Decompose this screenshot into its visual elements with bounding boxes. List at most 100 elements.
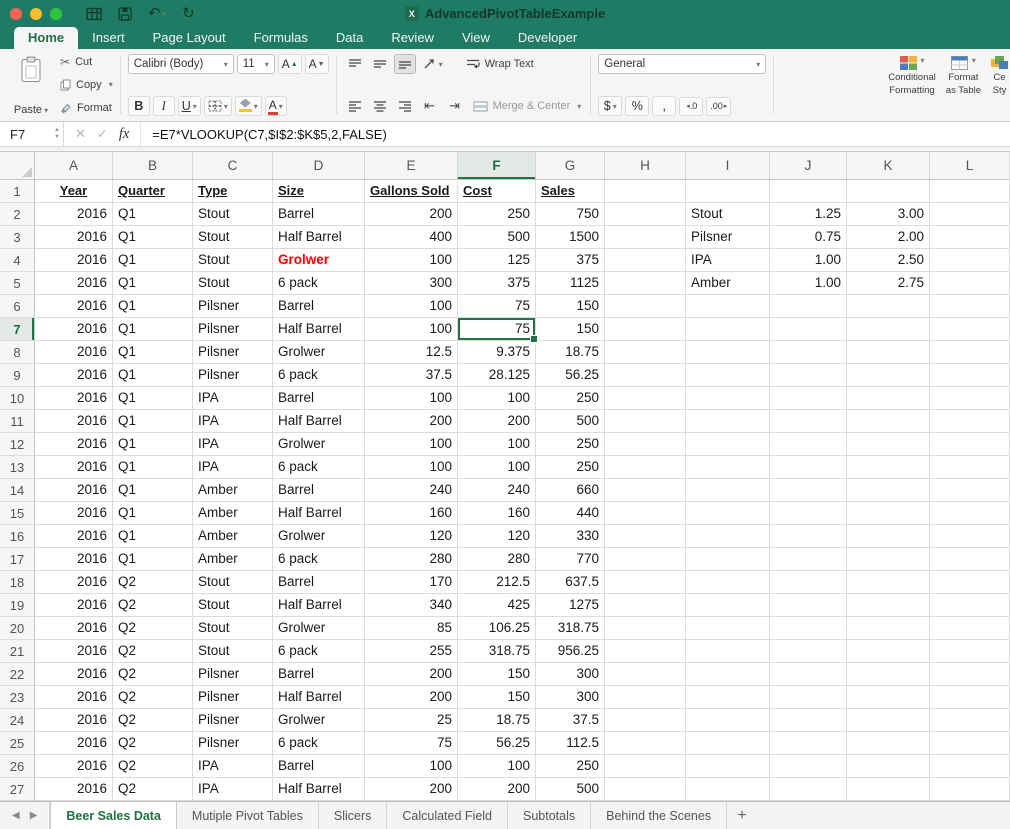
cell-I6[interactable] xyxy=(686,295,770,318)
cell-F7[interactable]: 75 xyxy=(458,318,536,341)
cell-H16[interactable] xyxy=(605,525,686,548)
cell-C2[interactable]: Stout xyxy=(193,203,273,226)
row-header-25[interactable]: 25 xyxy=(0,732,35,755)
cell-D18[interactable]: Barrel xyxy=(273,571,365,594)
cell-L14[interactable] xyxy=(930,479,1010,502)
cell-A22[interactable]: 2016 xyxy=(35,663,113,686)
number-format-select[interactable]: General▾ xyxy=(598,54,766,74)
cell-B18[interactable]: Q2 xyxy=(113,571,193,594)
cell-L4[interactable] xyxy=(930,249,1010,272)
cell-J15[interactable] xyxy=(770,502,847,525)
cell-A13[interactable]: 2016 xyxy=(35,456,113,479)
formula-input[interactable]: =E7*VLOOKUP(C7,$I$2:$K$5,2,FALSE) xyxy=(141,122,387,146)
cell-J14[interactable] xyxy=(770,479,847,502)
bold-button[interactable]: B xyxy=(128,96,150,116)
cell-K16[interactable] xyxy=(847,525,930,548)
row-header-3[interactable]: 3 xyxy=(0,226,35,249)
cell-G4[interactable]: 375 xyxy=(536,249,605,272)
cell-J2[interactable]: 1.25 xyxy=(770,203,847,226)
cell-E16[interactable]: 120 xyxy=(365,525,458,548)
cell-D6[interactable]: Barrel xyxy=(273,295,365,318)
cell-E12[interactable]: 100 xyxy=(365,433,458,456)
cell-L10[interactable] xyxy=(930,387,1010,410)
cell-J16[interactable] xyxy=(770,525,847,548)
cell-I10[interactable] xyxy=(686,387,770,410)
row-header-8[interactable]: 8 xyxy=(0,341,35,364)
cell-K15[interactable] xyxy=(847,502,930,525)
cell-C3[interactable]: Stout xyxy=(193,226,273,249)
cell-A1[interactable]: Year xyxy=(35,180,113,203)
cell-H18[interactable] xyxy=(605,571,686,594)
cell-H3[interactable] xyxy=(605,226,686,249)
cell-K17[interactable] xyxy=(847,548,930,571)
cell-G22[interactable]: 300 xyxy=(536,663,605,686)
row-header-7[interactable]: 7 xyxy=(0,318,35,341)
cell-H9[interactable] xyxy=(605,364,686,387)
cell-K21[interactable] xyxy=(847,640,930,663)
cell-K25[interactable] xyxy=(847,732,930,755)
align-top-button[interactable] xyxy=(344,54,366,74)
cell-F26[interactable]: 100 xyxy=(458,755,536,778)
cell-E27[interactable]: 200 xyxy=(365,778,458,801)
cell-I9[interactable] xyxy=(686,364,770,387)
cell-B6[interactable]: Q1 xyxy=(113,295,193,318)
cell-C6[interactable]: Pilsner xyxy=(193,295,273,318)
cell-B2[interactable]: Q1 xyxy=(113,203,193,226)
sheet-tab-mutiple-pivot-tables[interactable]: Mutiple Pivot Tables xyxy=(177,802,319,829)
cell-A5[interactable]: 2016 xyxy=(35,272,113,295)
cell-A26[interactable]: 2016 xyxy=(35,755,113,778)
cell-L15[interactable] xyxy=(930,502,1010,525)
conditional-formatting-button[interactable]: ▾ Conditional Formatting xyxy=(888,54,936,116)
cell-B26[interactable]: Q2 xyxy=(113,755,193,778)
cell-B21[interactable]: Q2 xyxy=(113,640,193,663)
cell-I3[interactable]: Pilsner xyxy=(686,226,770,249)
cell-F11[interactable]: 200 xyxy=(458,410,536,433)
cell-C25[interactable]: Pilsner xyxy=(193,732,273,755)
cell-B4[interactable]: Q1 xyxy=(113,249,193,272)
cell-J12[interactable] xyxy=(770,433,847,456)
cell-I22[interactable] xyxy=(686,663,770,686)
align-middle-button[interactable] xyxy=(369,54,391,74)
cell-E18[interactable]: 170 xyxy=(365,571,458,594)
cell-I23[interactable] xyxy=(686,686,770,709)
cell-K18[interactable] xyxy=(847,571,930,594)
cell-F14[interactable]: 240 xyxy=(458,479,536,502)
cell-I13[interactable] xyxy=(686,456,770,479)
cell-G20[interactable]: 318.75 xyxy=(536,617,605,640)
cell-C22[interactable]: Pilsner xyxy=(193,663,273,686)
cell-I7[interactable] xyxy=(686,318,770,341)
cell-C5[interactable]: Stout xyxy=(193,272,273,295)
currency-format-button[interactable]: $▾ xyxy=(598,96,622,116)
cell-F9[interactable]: 28.125 xyxy=(458,364,536,387)
cell-J23[interactable] xyxy=(770,686,847,709)
column-header-B[interactable]: B xyxy=(113,152,193,179)
merge-center-button[interactable]: Merge & Center▾ xyxy=(471,96,584,116)
cell-K11[interactable] xyxy=(847,410,930,433)
cell-G23[interactable]: 300 xyxy=(536,686,605,709)
cell-G18[interactable]: 637.5 xyxy=(536,571,605,594)
cell-H25[interactable] xyxy=(605,732,686,755)
cell-F22[interactable]: 150 xyxy=(458,663,536,686)
cell-K6[interactable] xyxy=(847,295,930,318)
comma-format-button[interactable]: , xyxy=(652,96,676,116)
row-header-26[interactable]: 26 xyxy=(0,755,35,778)
row-header-15[interactable]: 15 xyxy=(0,502,35,525)
cell-E11[interactable]: 200 xyxy=(365,410,458,433)
cell-L13[interactable] xyxy=(930,456,1010,479)
cell-E17[interactable]: 280 xyxy=(365,548,458,571)
cell-F1[interactable]: Cost xyxy=(458,180,536,203)
cell-L16[interactable] xyxy=(930,525,1010,548)
column-header-L[interactable]: L xyxy=(930,152,1010,179)
cell-G7[interactable]: 150 xyxy=(536,318,605,341)
cell-L5[interactable] xyxy=(930,272,1010,295)
cell-L19[interactable] xyxy=(930,594,1010,617)
cell-D14[interactable]: Barrel xyxy=(273,479,365,502)
ribbon-tab-developer[interactable]: Developer xyxy=(504,27,591,49)
cell-H1[interactable] xyxy=(605,180,686,203)
cut-button[interactable]: ✂Cut xyxy=(60,56,113,68)
cell-I2[interactable]: Stout xyxy=(686,203,770,226)
cell-G14[interactable]: 660 xyxy=(536,479,605,502)
row-header-19[interactable]: 19 xyxy=(0,594,35,617)
cell-E2[interactable]: 200 xyxy=(365,203,458,226)
cell-J25[interactable] xyxy=(770,732,847,755)
